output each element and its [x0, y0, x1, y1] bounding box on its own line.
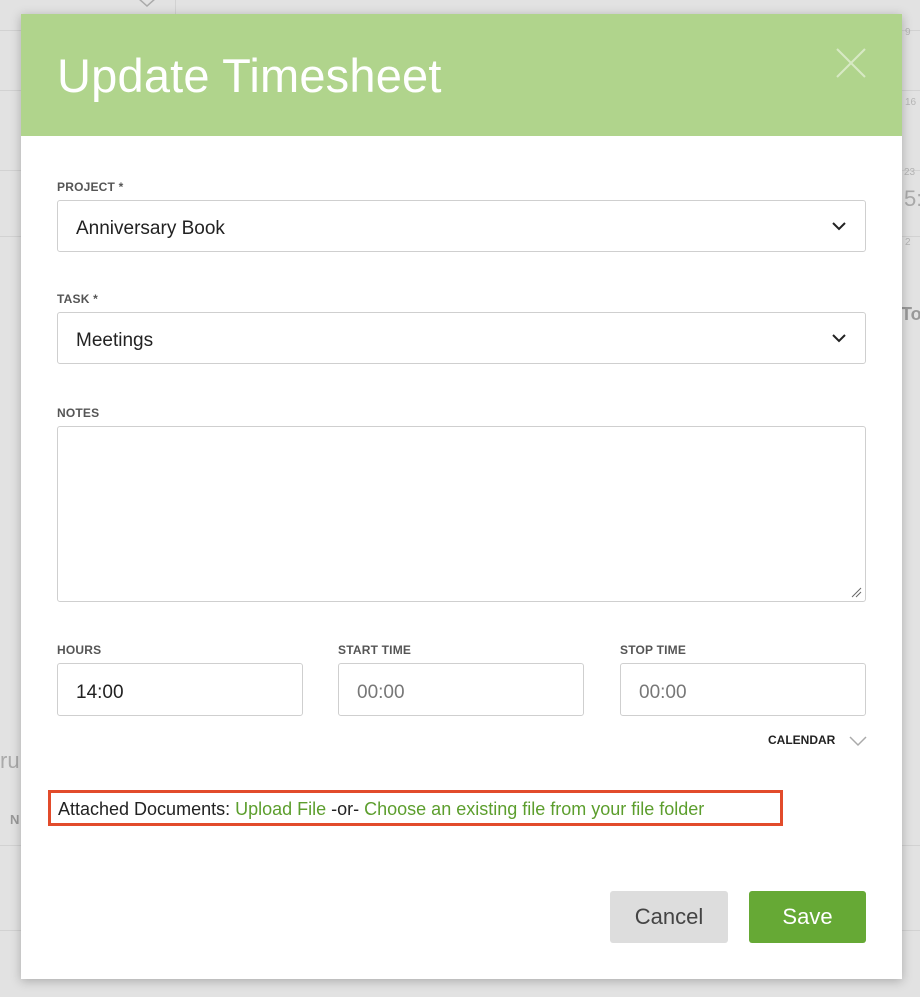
resize-handle-icon[interactable] — [850, 586, 862, 598]
chevron-down-icon — [849, 736, 867, 747]
background-date: 2 — [905, 237, 911, 248]
project-select[interactable]: Anniversary Book — [57, 200, 866, 252]
background-date: 16 — [905, 97, 917, 108]
update-timesheet-dialog: Update Timesheet PROJECT * Anniversary B… — [21, 14, 902, 979]
attached-documents-row: Attached Documents: Upload File -or- Cho… — [58, 799, 704, 820]
dialog-header: Update Timesheet — [21, 14, 902, 136]
choose-existing-file-link[interactable]: Choose an existing file from your file f… — [364, 799, 704, 819]
notes-textarea[interactable] — [57, 426, 866, 602]
close-icon[interactable] — [835, 47, 867, 79]
attachments-separator: -or- — [326, 799, 365, 819]
cancel-button[interactable]: Cancel — [610, 891, 728, 943]
stop-time-label: STOP TIME — [620, 643, 687, 657]
hours-input[interactable]: 14:00 — [57, 663, 303, 716]
task-value: Meetings — [76, 330, 154, 351]
background-date: 9 — [905, 27, 911, 38]
start-time-label: START TIME — [338, 643, 412, 657]
project-label: PROJECT * — [57, 180, 124, 194]
stop-time-value: 00:00 — [639, 682, 687, 703]
save-button[interactable]: Save — [749, 891, 866, 943]
background-text: To — [901, 304, 920, 324]
task-select[interactable]: Meetings — [57, 312, 866, 364]
project-value: Anniversary Book — [76, 218, 225, 239]
background-text: 5: — [904, 186, 920, 211]
background-text: N — [10, 812, 20, 827]
attached-documents-label: Attached Documents: — [58, 799, 236, 819]
start-time-value: 00:00 — [357, 682, 405, 703]
chevron-down-icon — [832, 222, 846, 231]
calendar-toggle[interactable]: CALENDAR — [768, 733, 867, 751]
attached-documents-highlight: Attached Documents: Upload File -or- Cho… — [48, 790, 783, 826]
notes-label: NOTES — [57, 406, 100, 420]
hours-value: 14:00 — [76, 682, 124, 703]
calendar-toggle-label: CALENDAR — [768, 733, 836, 747]
chevron-down-icon — [832, 334, 846, 343]
start-time-input[interactable]: 00:00 — [338, 663, 584, 716]
task-label: TASK * — [57, 292, 98, 306]
hours-label: HOURS — [57, 643, 102, 657]
background-text: ru — [0, 748, 20, 773]
stop-time-input[interactable]: 00:00 — [620, 663, 866, 716]
background-date: 23 — [904, 167, 916, 178]
background-chevron-icon — [139, 0, 155, 8]
upload-file-link[interactable]: Upload File — [235, 799, 326, 819]
dialog-title: Update Timesheet — [57, 49, 442, 102]
